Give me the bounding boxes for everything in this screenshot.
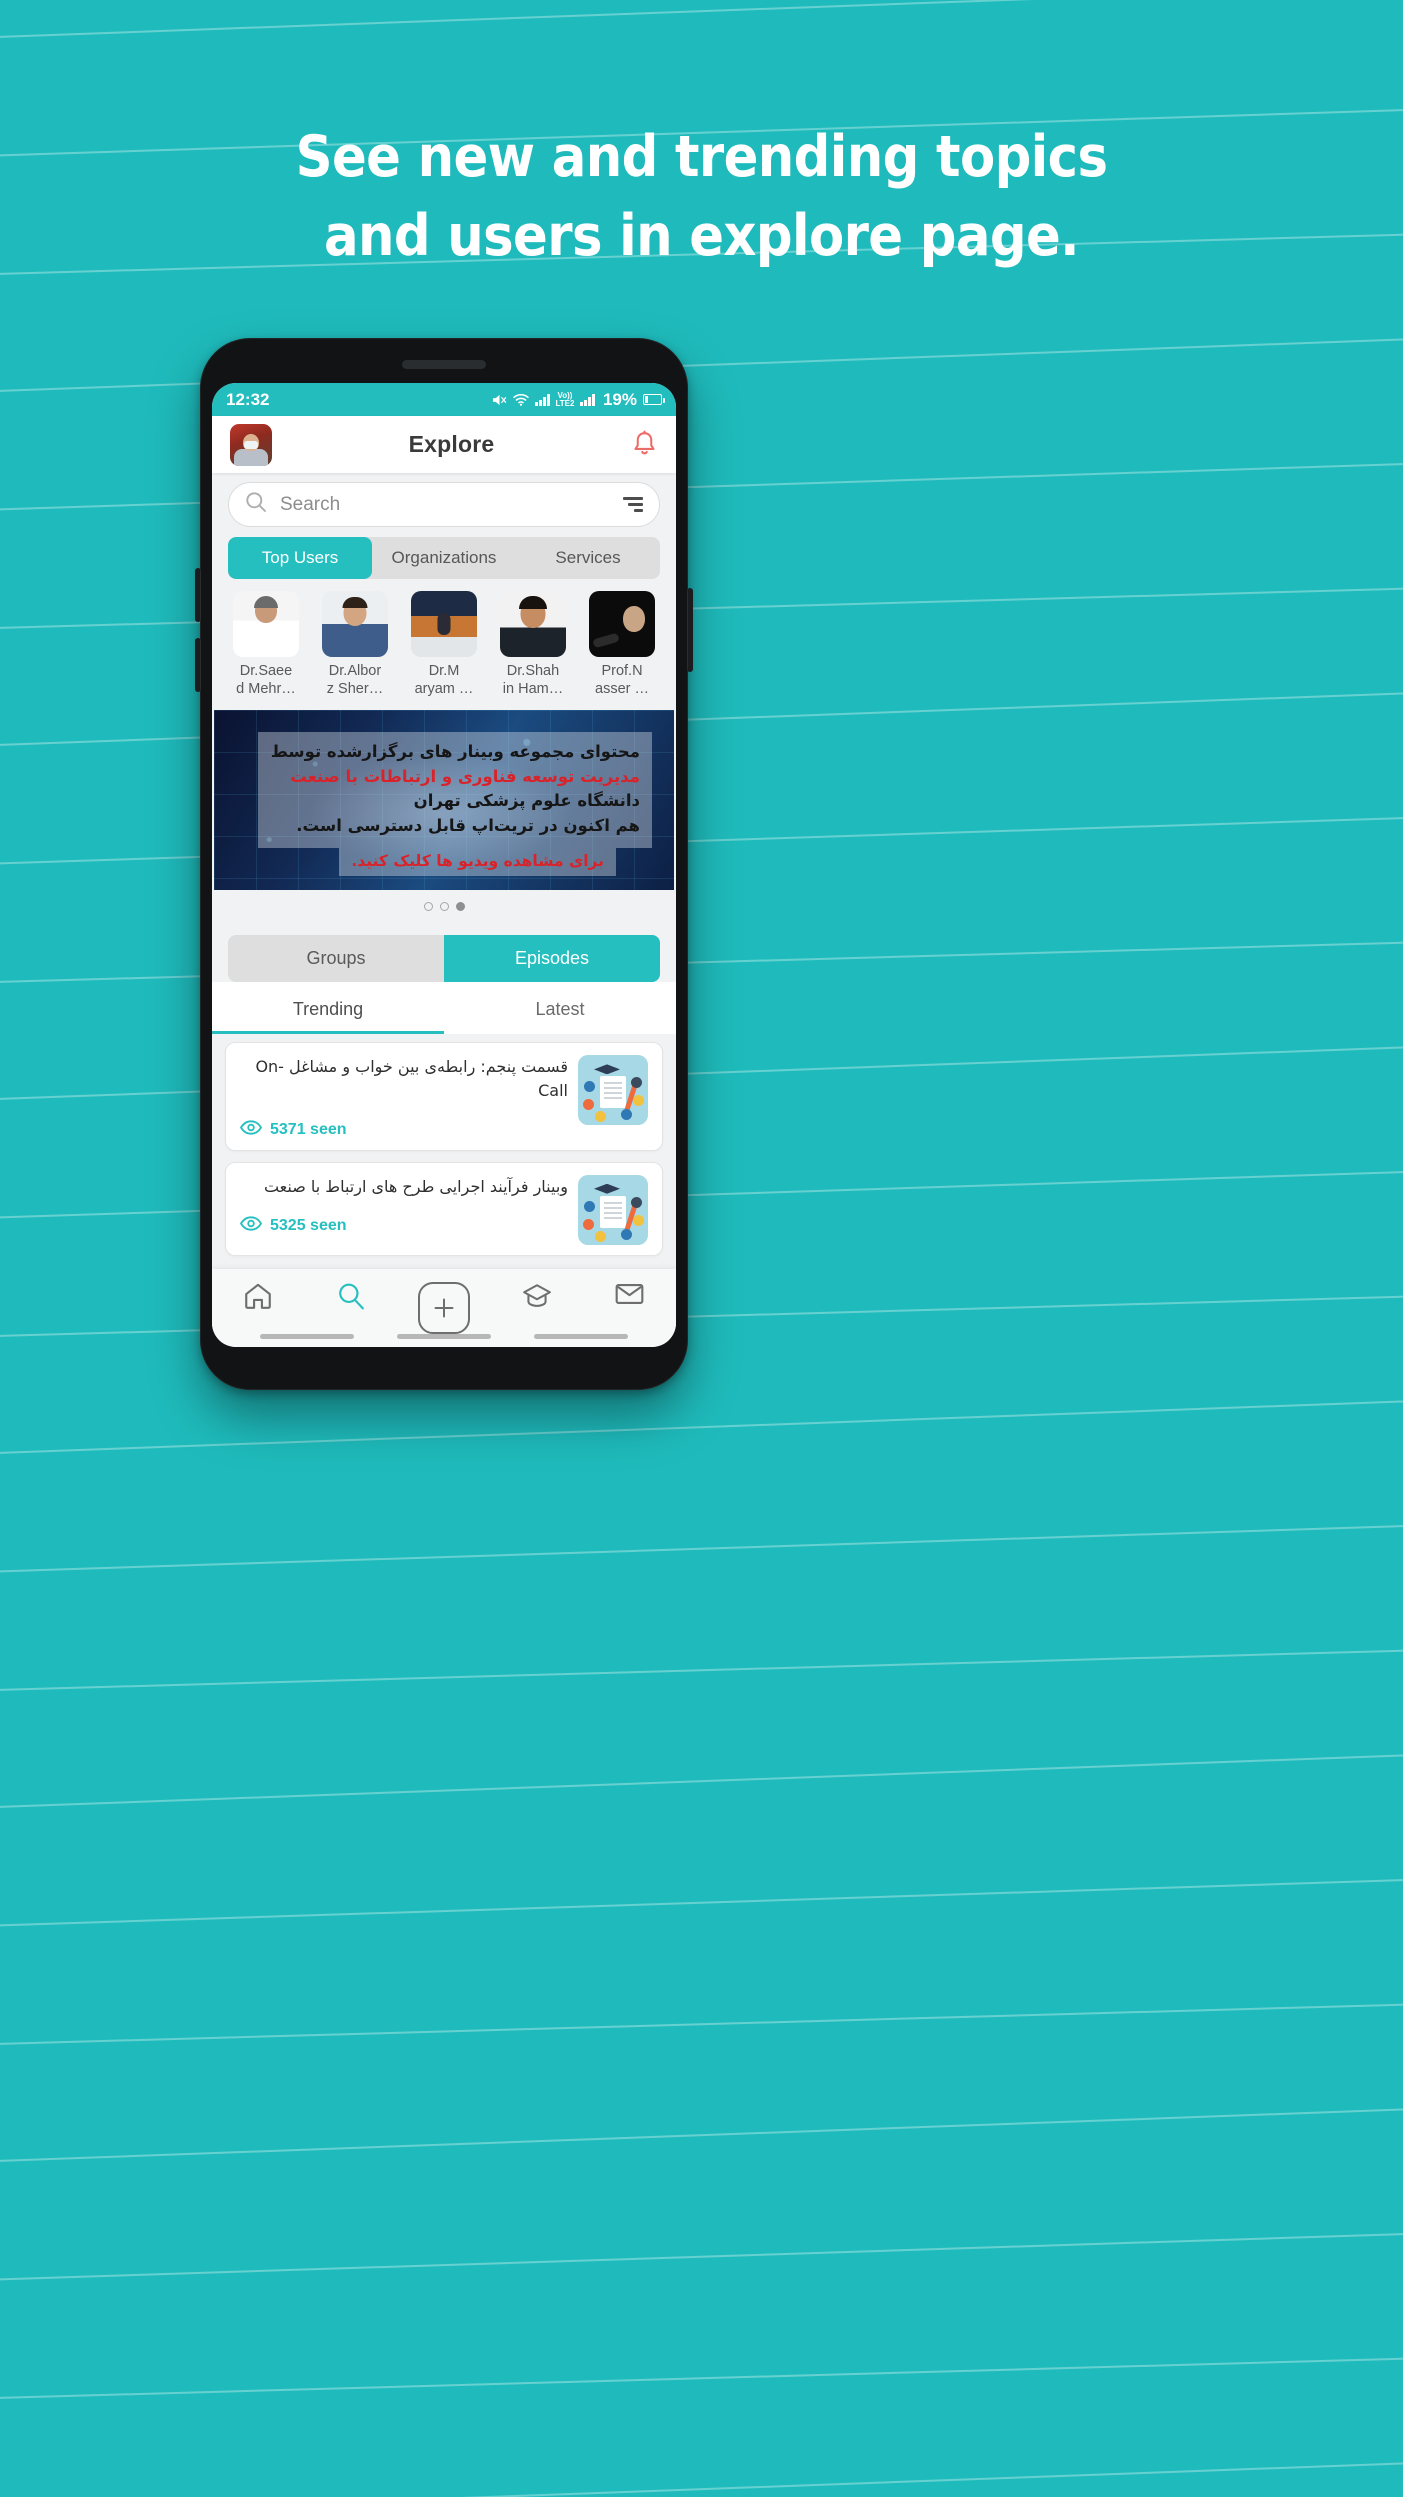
content-toggle-section: Groups Episodes bbox=[212, 935, 676, 983]
gesture-bar-recents[interactable] bbox=[534, 1334, 629, 1339]
list-item[interactable]: Dr.Saee d Mehr… bbox=[224, 591, 308, 698]
tab-top-users[interactable]: Top Users bbox=[228, 537, 372, 579]
android-gesture-bars bbox=[212, 1334, 676, 1339]
promo-headline-line2: and users in explore page. bbox=[323, 202, 1080, 269]
carousel-dots bbox=[212, 890, 676, 936]
tab-services[interactable]: Services bbox=[516, 537, 660, 579]
volume-down-button bbox=[195, 638, 201, 692]
episode-seen: 5371 seen bbox=[240, 1120, 568, 1140]
content-toggle: Groups Episodes bbox=[228, 935, 660, 983]
list-item[interactable]: وبینار فرآیند اجرایی طرح های ارتباط با ص… bbox=[225, 1161, 663, 1256]
episode-thumbnail bbox=[578, 1174, 648, 1245]
promo-banner[interactable]: محتوای مجموعه وبینار های برگزارشده توسط … bbox=[214, 710, 674, 891]
gesture-bar-back[interactable] bbox=[259, 1334, 354, 1339]
list-item[interactable]: Prof.N asser … bbox=[580, 591, 664, 698]
mute-icon bbox=[492, 393, 507, 407]
status-bar-icons: Vo)) LTE2 19% bbox=[492, 389, 665, 410]
page-title: Explore bbox=[408, 431, 495, 457]
nav-home[interactable] bbox=[230, 1282, 286, 1315]
user-name: Prof.N asser … bbox=[595, 663, 649, 697]
carousel-dot-2[interactable] bbox=[439, 902, 449, 912]
power-button bbox=[687, 588, 693, 672]
sort-tabs: Trending Latest bbox=[212, 982, 676, 1035]
nav-mail[interactable] bbox=[602, 1282, 658, 1311]
home-icon bbox=[243, 1282, 273, 1315]
eye-icon bbox=[240, 1216, 262, 1236]
user-avatar bbox=[322, 591, 388, 657]
search-bar[interactable]: Search bbox=[228, 482, 660, 527]
search-icon bbox=[245, 491, 267, 518]
nav-search[interactable] bbox=[323, 1282, 379, 1315]
user-name: Dr.Saee d Mehr… bbox=[236, 663, 296, 697]
user-avatar bbox=[411, 591, 477, 657]
banner-line-1: محتوای مجموعه وبینار های برگزارشده توسط bbox=[270, 742, 640, 762]
banner-cta[interactable]: برای مشاهده ویدیو ها کلیک کنید. bbox=[339, 848, 616, 877]
user-name: Dr.Shah in Ham… bbox=[502, 663, 564, 697]
banner-line-4: هم اکنون در تریت‌اپ قابل دسترسی است. bbox=[296, 815, 640, 835]
episode-thumbnail bbox=[578, 1055, 648, 1126]
user-avatar bbox=[233, 591, 299, 657]
category-tabs-section: Top Users Organizations Services bbox=[212, 535, 676, 589]
carousel-dot-1[interactable] bbox=[423, 902, 433, 912]
status-bar: 12:32 Vo)) LTE2 19% bbox=[212, 383, 676, 416]
banner-line-2: مدیریت توسعه فناوری و ارتباطات با صنعت bbox=[290, 766, 640, 786]
search-input[interactable]: Search bbox=[280, 494, 610, 516]
user-name: Dr.Albor z Sher… bbox=[326, 663, 384, 697]
mail-icon bbox=[615, 1282, 644, 1311]
tab-trending[interactable]: Trending bbox=[212, 982, 444, 1035]
category-tabs: Top Users Organizations Services bbox=[228, 537, 660, 579]
signal-bars-icon bbox=[535, 393, 550, 406]
episode-feed: قسمت پنجم: رابطه‌ی بین خواب و مشاغل On-C… bbox=[212, 1034, 676, 1256]
episode-title: وبینار فرآیند اجرایی طرح های ارتباط با ص… bbox=[263, 1176, 568, 1196]
nav-create[interactable] bbox=[416, 1282, 472, 1334]
app-bar: Explore bbox=[212, 416, 676, 473]
carousel-dot-3[interactable] bbox=[455, 902, 465, 912]
wifi-icon bbox=[513, 393, 529, 406]
search-section: Search bbox=[212, 473, 676, 535]
user-avatar bbox=[589, 591, 655, 657]
filter-icon[interactable] bbox=[623, 497, 643, 512]
list-item[interactable]: Dr.Shah in Ham… bbox=[491, 591, 575, 698]
bell-icon[interactable] bbox=[631, 429, 658, 460]
tab-organizations[interactable]: Organizations bbox=[372, 537, 516, 579]
search-icon bbox=[337, 1282, 365, 1315]
avatar[interactable] bbox=[230, 423, 272, 466]
episode-seen-count: 5325 seen bbox=[270, 1216, 347, 1234]
user-avatar bbox=[500, 591, 566, 657]
toggle-episodes[interactable]: Episodes bbox=[444, 935, 660, 983]
battery-percent-label: 19% bbox=[602, 389, 637, 409]
gesture-bar-home[interactable] bbox=[396, 1334, 491, 1339]
list-item[interactable]: Dr.Albor z Sher… bbox=[313, 591, 397, 698]
episode-seen: 5325 seen bbox=[240, 1216, 568, 1236]
top-users-list: Dr.Saee d Mehr… Dr.Albor z Sher… Dr.M ar… bbox=[212, 589, 676, 711]
eye-icon bbox=[240, 1120, 262, 1140]
plus-icon[interactable] bbox=[417, 1282, 470, 1334]
graduation-cap-icon bbox=[522, 1282, 552, 1315]
banner-text: محتوای مجموعه وبینار های برگزارشده توسط … bbox=[258, 732, 652, 848]
volume-up-button bbox=[195, 568, 201, 622]
list-item[interactable]: قسمت پنجم: رابطه‌ی بین خواب و مشاغل On-C… bbox=[225, 1042, 663, 1151]
banner-line-3: دانشگاه علوم پزشکی تهران bbox=[413, 791, 640, 811]
phone-mockup: 12:32 Vo)) LTE2 19% Explore Search Top U… bbox=[195, 338, 693, 1390]
list-item[interactable]: Dr.M aryam … bbox=[402, 591, 486, 698]
volte-icon: Vo)) LTE2 bbox=[555, 390, 575, 408]
nav-learn[interactable] bbox=[509, 1282, 565, 1315]
episode-title: قسمت پنجم: رابطه‌ی بین خواب و مشاغل On-C… bbox=[255, 1057, 568, 1100]
promo-headline-line1: See new and trending topics bbox=[295, 124, 1108, 190]
tab-latest[interactable]: Latest bbox=[444, 982, 676, 1034]
battery-icon bbox=[643, 394, 665, 405]
signal-bars-icon-2 bbox=[580, 393, 595, 406]
user-name: Dr.M aryam … bbox=[414, 663, 474, 697]
promo-headline: See new and trending topics and users in… bbox=[0, 118, 1403, 275]
phone-screen: 12:32 Vo)) LTE2 19% Explore Search Top U… bbox=[212, 383, 676, 1347]
status-bar-time: 12:32 bbox=[226, 389, 270, 409]
toggle-groups[interactable]: Groups bbox=[228, 935, 444, 982]
episode-seen-count: 5371 seen bbox=[270, 1120, 347, 1138]
phone-earpiece bbox=[402, 360, 486, 369]
